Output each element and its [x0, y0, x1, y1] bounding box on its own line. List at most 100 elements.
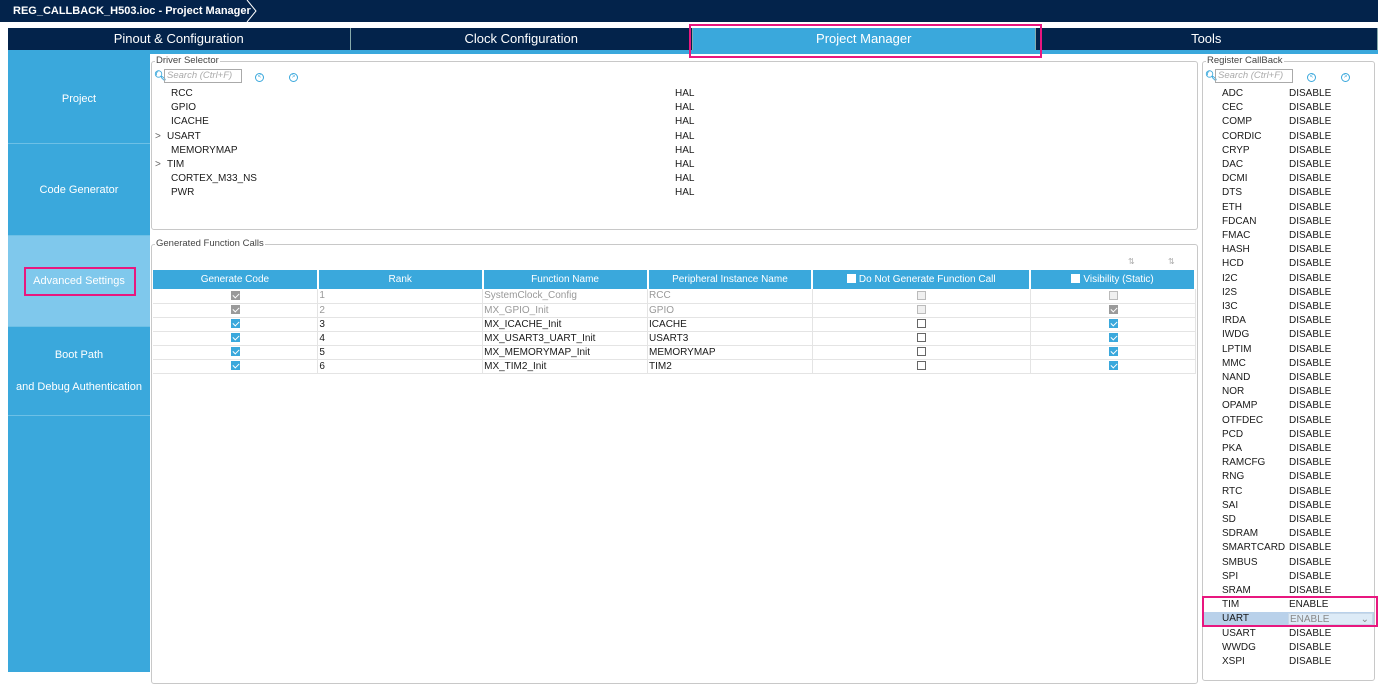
table-row[interactable]: 3 MX_ICACHE_Init ICACHE — [153, 317, 1195, 331]
callback-name[interactable]: IRDA — [1222, 314, 1246, 328]
driver-name[interactable]: USART — [167, 130, 201, 144]
callback-value[interactable]: DISABLE — [1289, 470, 1331, 484]
callback-name[interactable]: LPTIM — [1222, 343, 1251, 357]
callback-value[interactable]: DISABLE — [1289, 314, 1331, 328]
checkbox[interactable] — [1109, 333, 1118, 342]
driver-name[interactable]: CORTEX_M33_NS — [171, 172, 257, 186]
expand-icon[interactable]: > — [155, 130, 161, 144]
callback-value[interactable]: DISABLE — [1289, 485, 1331, 499]
callback-name[interactable]: SAI — [1222, 499, 1238, 513]
checkbox[interactable] — [917, 319, 926, 328]
callback-value[interactable]: DISABLE — [1289, 87, 1331, 101]
col-visibility[interactable]: Visibility (Static) — [1030, 270, 1195, 289]
callback-name[interactable]: OPAMP — [1222, 399, 1257, 413]
driver-value[interactable]: HAL — [675, 130, 694, 144]
driver-name[interactable]: MEMORYMAP — [171, 144, 238, 158]
checkbox[interactable] — [231, 347, 240, 356]
callback-value[interactable]: DISABLE — [1289, 130, 1331, 144]
table-row[interactable]: 4 MX_USART3_UART_Init USART3 — [153, 331, 1195, 345]
driver-name[interactable]: PWR — [171, 186, 194, 200]
callback-value[interactable]: DISABLE — [1289, 158, 1331, 172]
sort-up-icon[interactable]: ⇅ — [1128, 257, 1135, 266]
next-icon[interactable]: > — [289, 73, 298, 82]
callback-value[interactable]: DISABLE — [1289, 641, 1331, 655]
table-row[interactable]: 5 MX_MEMORYMAP_Init MEMORYMAP — [153, 345, 1195, 359]
callback-name[interactable]: I2C — [1222, 272, 1238, 286]
callback-value[interactable]: DISABLE — [1289, 144, 1331, 158]
callback-name[interactable]: CRYP — [1222, 144, 1250, 158]
checkbox[interactable] — [231, 291, 240, 300]
callback-value[interactable]: DISABLE — [1289, 343, 1331, 357]
callback-value[interactable]: DISABLE — [1289, 328, 1331, 342]
prev-icon[interactable]: < — [1307, 73, 1316, 82]
callback-value[interactable]: DISABLE — [1289, 627, 1331, 641]
callback-name[interactable]: HASH — [1222, 243, 1250, 257]
callback-name[interactable]: SMARTCARD — [1222, 541, 1285, 555]
callback-value[interactable]: DISABLE — [1289, 655, 1331, 669]
table-row[interactable]: 6 MX_TIM2_Init TIM2 — [153, 359, 1195, 373]
callback-name[interactable]: IWDG — [1222, 328, 1249, 342]
callback-name[interactable]: DAC — [1222, 158, 1243, 172]
callback-value[interactable]: DISABLE — [1289, 527, 1331, 541]
callback-name[interactable]: OTFDEC — [1222, 414, 1263, 428]
driver-value[interactable]: HAL — [675, 172, 694, 186]
callback-name[interactable]: SD — [1222, 513, 1236, 527]
sidebar-item-boot-path[interactable]: Boot Path and Debug Authentication — [8, 327, 150, 416]
callback-name[interactable]: PCD — [1222, 428, 1243, 442]
callback-name[interactable]: FMAC — [1222, 229, 1250, 243]
callback-name[interactable]: RTC — [1222, 485, 1242, 499]
callback-name[interactable]: RNG — [1222, 470, 1244, 484]
callback-value[interactable]: DISABLE — [1289, 541, 1331, 555]
callback-value[interactable]: DISABLE — [1289, 385, 1331, 399]
checkbox[interactable] — [1109, 291, 1118, 300]
callback-name[interactable]: CORDIC — [1222, 130, 1261, 144]
callback-value[interactable]: DISABLE — [1289, 186, 1331, 200]
callback-name[interactable]: SDRAM — [1222, 527, 1258, 541]
driver-value[interactable]: HAL — [675, 158, 694, 172]
callback-value[interactable]: DISABLE — [1289, 371, 1331, 385]
callback-name[interactable]: DTS — [1222, 186, 1242, 200]
checkbox[interactable] — [1109, 305, 1118, 314]
callback-name[interactable]: ADC — [1222, 87, 1243, 101]
col-do-not-generate[interactable]: Do Not Generate Function Call — [812, 270, 1030, 289]
callback-value[interactable]: DISABLE — [1289, 286, 1331, 300]
callback-value[interactable]: DISABLE — [1289, 414, 1331, 428]
driver-name[interactable]: RCC — [171, 87, 193, 101]
callback-name[interactable]: MMC — [1222, 357, 1246, 371]
callback-value[interactable]: DISABLE — [1289, 570, 1331, 584]
checkbox[interactable] — [917, 305, 926, 314]
sidebar-item-project[interactable]: Project — [8, 54, 150, 144]
callback-value[interactable]: DISABLE — [1289, 201, 1331, 215]
driver-name[interactable]: ICACHE — [171, 115, 209, 129]
checkbox[interactable] — [1109, 347, 1118, 356]
driver-value[interactable]: HAL — [675, 115, 694, 129]
table-row[interactable]: 1 SystemClock_Config RCC — [153, 289, 1195, 303]
callback-name[interactable]: WWDG — [1222, 641, 1256, 655]
callback-name[interactable]: RAMCFG — [1222, 456, 1265, 470]
callback-name[interactable]: USART — [1222, 627, 1256, 641]
checkbox[interactable] — [1071, 274, 1080, 283]
callback-value[interactable]: DISABLE — [1289, 399, 1331, 413]
tab-pinout[interactable]: Pinout & Configuration — [8, 28, 351, 50]
prev-icon[interactable]: < — [255, 73, 264, 82]
driver-value[interactable]: HAL — [675, 87, 694, 101]
driver-value[interactable]: HAL — [675, 144, 694, 158]
sidebar-item-code-generator[interactable]: Code Generator — [8, 144, 150, 236]
driver-value[interactable]: HAL — [675, 186, 694, 200]
checkbox[interactable] — [1109, 319, 1118, 328]
callback-value[interactable]: DISABLE — [1289, 243, 1331, 257]
callback-value[interactable]: DISABLE — [1289, 513, 1331, 527]
callback-name[interactable]: PKA — [1222, 442, 1242, 456]
checkbox[interactable] — [231, 361, 240, 370]
callback-name[interactable]: CEC — [1222, 101, 1243, 115]
checkbox[interactable] — [231, 305, 240, 314]
callback-name[interactable]: DCMI — [1222, 172, 1248, 186]
callback-value[interactable]: DISABLE — [1289, 215, 1331, 229]
checkbox[interactable] — [231, 319, 240, 328]
callback-value[interactable]: DISABLE — [1289, 101, 1331, 115]
callback-value[interactable]: DISABLE — [1289, 556, 1331, 570]
driver-search-input[interactable]: Search (Ctrl+F) — [164, 69, 242, 83]
callback-name[interactable]: COMP — [1222, 115, 1252, 129]
checkbox[interactable] — [917, 333, 926, 342]
driver-name[interactable]: GPIO — [171, 101, 196, 115]
